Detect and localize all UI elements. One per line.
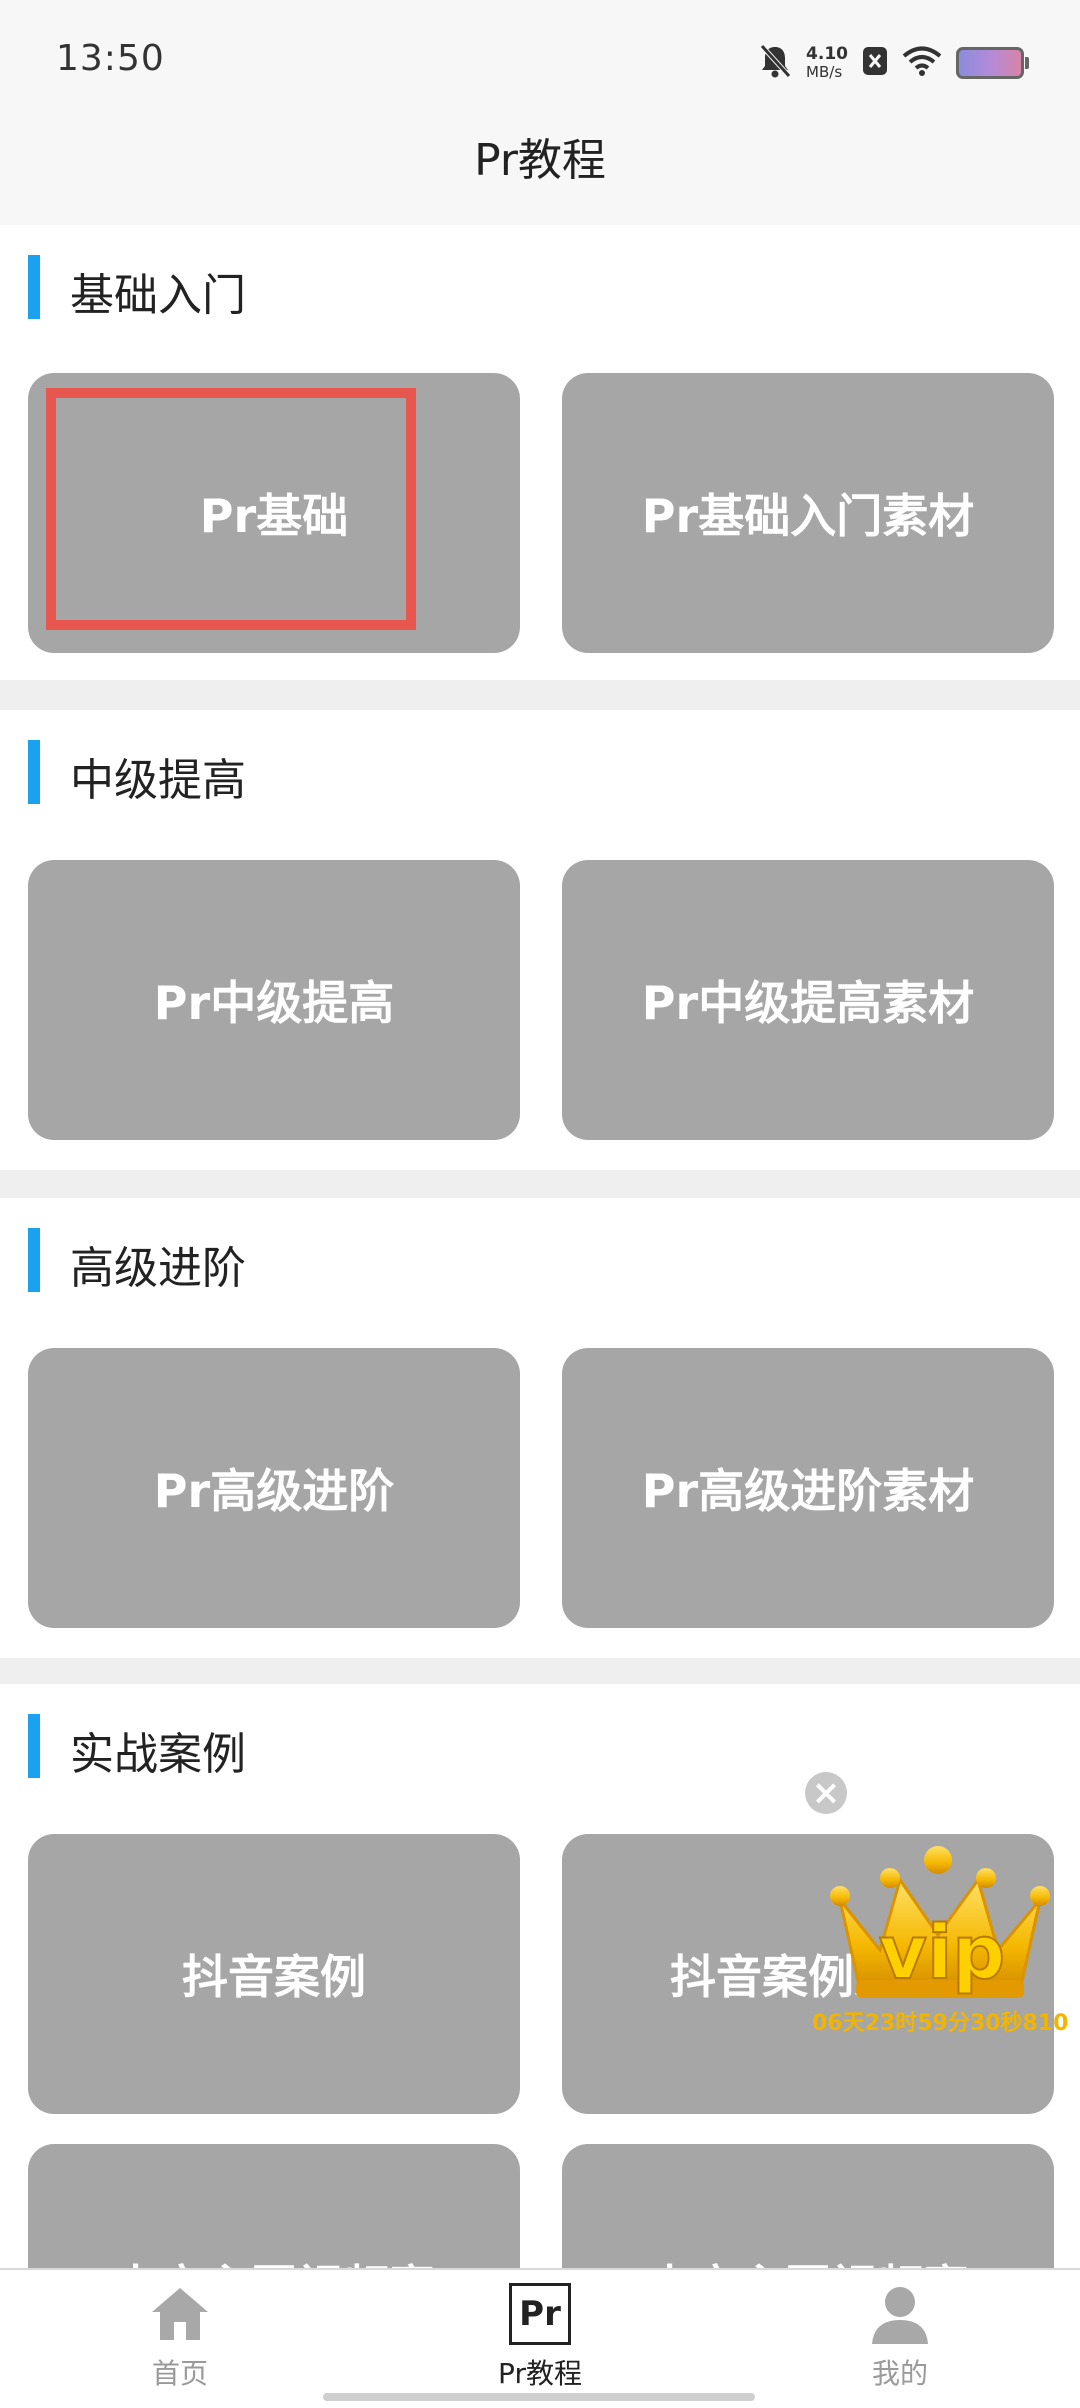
pr-logo-icon: Pr	[504, 2278, 576, 2350]
section-accent-bar	[28, 1228, 40, 1292]
section-title: 基础入门	[70, 270, 246, 321]
app-screen: 13:50 4.10 MB/s Pr教程 基础入门 Pr基础 Pr基础入门素材 …	[0, 0, 1080, 2408]
tile-pr-intermediate-materials[interactable]: Pr中级提高素材	[562, 860, 1054, 1140]
network-speed-unit: MB/s	[806, 63, 843, 81]
nav-item-pr-tutorial[interactable]: Pr Pr教程	[440, 2278, 640, 2392]
sim-off-icon	[862, 46, 888, 80]
title-bar: Pr教程	[0, 125, 1080, 225]
section-basic: 基础入门 Pr基础 Pr基础入门素材	[0, 225, 1080, 680]
section-title: 中级提高	[70, 755, 246, 806]
tile-pr-advanced-materials[interactable]: Pr高级进阶素材	[562, 1348, 1054, 1628]
section-header: 基础入门	[0, 225, 1080, 345]
network-speed: 4.10 MB/s	[806, 45, 848, 81]
status-bar: 13:50 4.10 MB/s	[0, 0, 1080, 125]
tile-label: Pr中级提高素材	[641, 976, 975, 1030]
tile-pr-basic[interactable]: Pr基础	[28, 373, 520, 653]
nav-label: 首页	[151, 2357, 208, 2390]
vip-crown-badge[interactable]: vip	[820, 1840, 1060, 2010]
tile-pr-intermediate[interactable]: Pr中级提高	[28, 860, 520, 1140]
tile-label: Pr中级提高	[153, 976, 395, 1030]
vip-countdown: 06天23时59分30秒810	[812, 2011, 1069, 2036]
home-icon	[144, 2278, 216, 2350]
section-accent-bar	[28, 740, 40, 804]
home-indicator	[323, 2393, 755, 2401]
nav-label: Pr教程	[498, 2357, 582, 2390]
tile-douyin-cases[interactable]: 抖音案例	[28, 1834, 520, 2114]
section-header: 中级提高	[0, 710, 1080, 830]
section-title: 实战案例	[70, 1729, 246, 1780]
tile-label: Pr基础	[199, 489, 349, 543]
status-time: 13:50	[56, 38, 165, 79]
tile-pr-basic-materials[interactable]: Pr基础入门素材	[562, 373, 1054, 653]
section-intermediate: 中级提高 Pr中级提高 Pr中级提高素材	[0, 710, 1080, 1170]
tile-label: Pr基础入门素材	[641, 489, 975, 543]
nav-item-profile[interactable]: 我的	[800, 2278, 1000, 2392]
battery-icon	[956, 47, 1029, 79]
tile-label: Pr高级进阶	[153, 1464, 395, 1518]
status-icons: 4.10 MB/s	[758, 40, 1029, 86]
vip-close-button[interactable]: ×	[805, 1772, 847, 1814]
section-accent-bar	[28, 255, 40, 319]
section-header: 实战案例	[0, 1684, 1080, 1804]
close-icon: ×	[811, 1773, 841, 1813]
wifi-icon	[902, 45, 942, 81]
tile-pr-advanced[interactable]: Pr高级进阶	[28, 1348, 520, 1628]
bottom-nav: 首页 Pr Pr教程 我的	[0, 2268, 1080, 2408]
person-icon	[864, 2278, 936, 2350]
section-header: 高级进阶	[0, 1198, 1080, 1318]
section-advanced: 高级进阶 Pr高级进阶 Pr高级进阶素材	[0, 1198, 1080, 1658]
nav-label: 我的	[871, 2357, 928, 2390]
tile-label: Pr高级进阶素材	[641, 1464, 975, 1518]
page-title: Pr教程	[474, 135, 606, 186]
section-accent-bar	[28, 1714, 40, 1778]
section-title: 高级进阶	[70, 1243, 246, 1294]
network-speed-value: 4.10	[806, 44, 848, 64]
nav-item-home[interactable]: 首页	[80, 2278, 280, 2392]
tile-label: 抖音案例	[182, 1950, 366, 2004]
mute-bell-icon	[758, 43, 792, 83]
vip-label: vip	[879, 1910, 1006, 1996]
